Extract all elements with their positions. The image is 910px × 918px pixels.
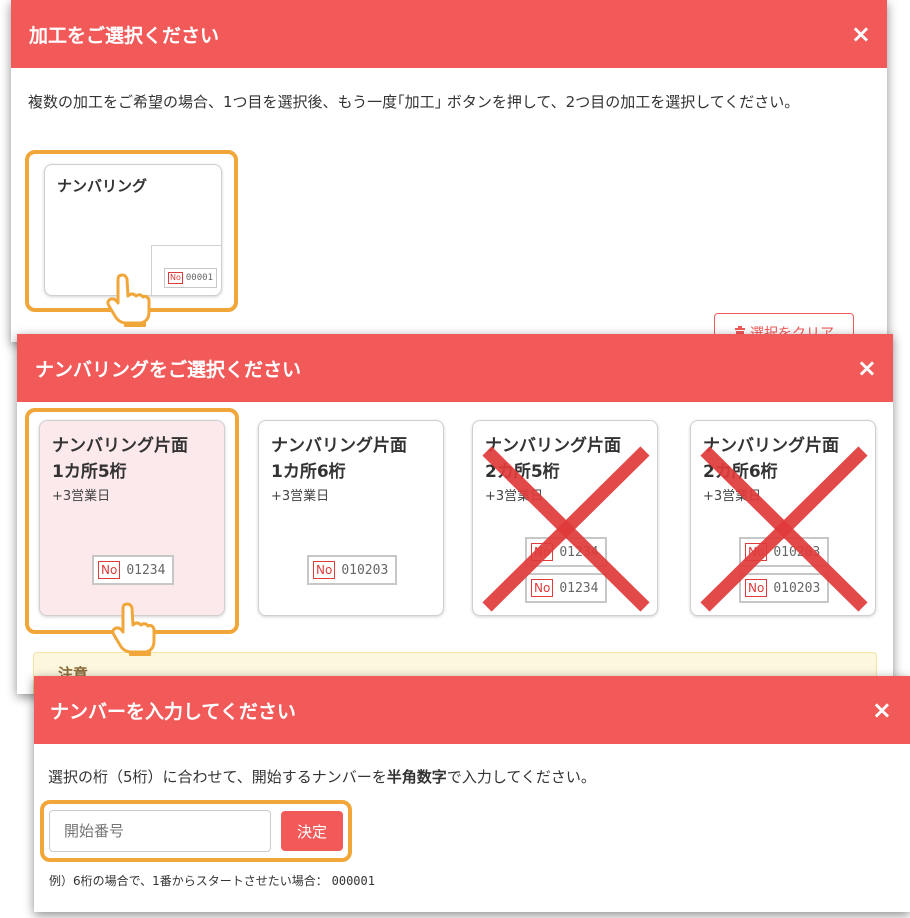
option-subtitle: 2カ所6桁	[703, 462, 778, 482]
option-title: ナンバリング片面	[485, 436, 621, 456]
numbering-option-card[interactable]: ナンバリング片面 1カ所6桁 +3営業日 No 010203	[258, 420, 444, 616]
option-lead-time: +3営業日	[703, 489, 762, 504]
numbering-sample: No 01234	[525, 537, 607, 567]
sample-number: 010203	[773, 580, 821, 596]
sample-number: 01234	[559, 544, 599, 560]
dialog-header: 加工をご選択ください ×	[11, 0, 887, 68]
start-number-input[interactable]	[49, 810, 271, 852]
no-mark-icon: No	[168, 272, 183, 284]
option-subtitle: 1カ所5桁	[52, 462, 127, 482]
numbering-sample: No 01234	[525, 573, 607, 603]
option-title: ナンバリング片面	[703, 436, 839, 456]
submit-button[interactable]: 決定	[281, 811, 343, 851]
numbering-option-card[interactable]: ナンバリング片面 1カ所5桁 +3営業日 No 01234	[39, 420, 225, 616]
dialog-description: 複数の加工をご希望の場合、1つ目を選択後、もう一度｢加工｣ ボタンを押して、2つ…	[28, 93, 800, 111]
dialog-title: ナンバリングをご選択ください	[35, 358, 302, 381]
sample-number: 010203	[341, 562, 389, 578]
example-note: 例）6桁の場合で、1番からスタートさせたい場合： 000001	[49, 874, 375, 888]
numbering-sample: No 00001	[164, 268, 217, 288]
no-mark-icon: No	[745, 543, 768, 561]
example-value: 000001	[331, 874, 375, 888]
sample-number: 01234	[559, 580, 599, 596]
numbering-sample: No 010203	[307, 555, 397, 585]
no-mark-icon: No	[531, 543, 554, 561]
close-icon[interactable]: ×	[857, 356, 877, 380]
numbering-thumbnail: No 00001	[151, 245, 221, 295]
numbering-option-card[interactable]: ナンバリング片面 2カ所6桁 +3営業日 No 010203 No 010203	[690, 420, 876, 616]
sample-number: 01234	[126, 562, 166, 578]
dialog-title: 加工をご選択ください	[29, 24, 220, 47]
hand-pointer-icon	[111, 602, 156, 656]
option-lead-time: +3営業日	[271, 489, 330, 504]
numbering-option-card[interactable]: ナンバリング片面 2カ所5桁 +3営業日 No 01234 No 01234	[472, 420, 658, 616]
numbering-sample: No 010203	[739, 537, 829, 567]
option-title: ナンバリング片面	[52, 436, 188, 456]
option-subtitle: 2カ所5桁	[485, 462, 560, 482]
dialog-header: ナンバーを入力してください ×	[34, 676, 910, 744]
option-subtitle: 1カ所6桁	[271, 462, 346, 482]
option-title: ナンバリング片面	[271, 436, 407, 456]
dialog-title: ナンバーを入力してください	[50, 700, 296, 723]
processing-select-dialog: 加工をご選択ください × 複数の加工をご希望の場合、1つ目を選択後、もう一度｢加…	[11, 0, 887, 342]
close-icon[interactable]: ×	[851, 22, 871, 46]
dialog-header: ナンバリングをご選択ください ×	[17, 334, 893, 402]
hand-pointer-icon	[106, 273, 151, 327]
sample-number: 010203	[773, 544, 821, 560]
no-mark-icon: No	[745, 579, 768, 597]
instruction-emphasis: 半角数字	[386, 768, 447, 786]
option-lead-time: +3営業日	[485, 489, 544, 504]
number-input-dialog: ナンバーを入力してください × 選択の桁（5桁）に合わせて、開始するナンバーを半…	[34, 676, 910, 912]
no-mark-icon: No	[313, 561, 336, 579]
option-lead-time: +3営業日	[52, 489, 111, 504]
numbering-sample: No 010203	[739, 573, 829, 603]
no-mark-icon: No	[531, 579, 554, 597]
input-instruction: 選択の桁（5桁）に合わせて、開始するナンバーを半角数字で入力してください。	[48, 768, 596, 786]
numbering-sample: No 01234	[92, 555, 174, 585]
no-mark-icon: No	[98, 561, 121, 579]
close-icon[interactable]: ×	[872, 698, 892, 722]
sample-number: 00001	[185, 273, 213, 283]
option-card-title: ナンバリング	[57, 177, 148, 195]
